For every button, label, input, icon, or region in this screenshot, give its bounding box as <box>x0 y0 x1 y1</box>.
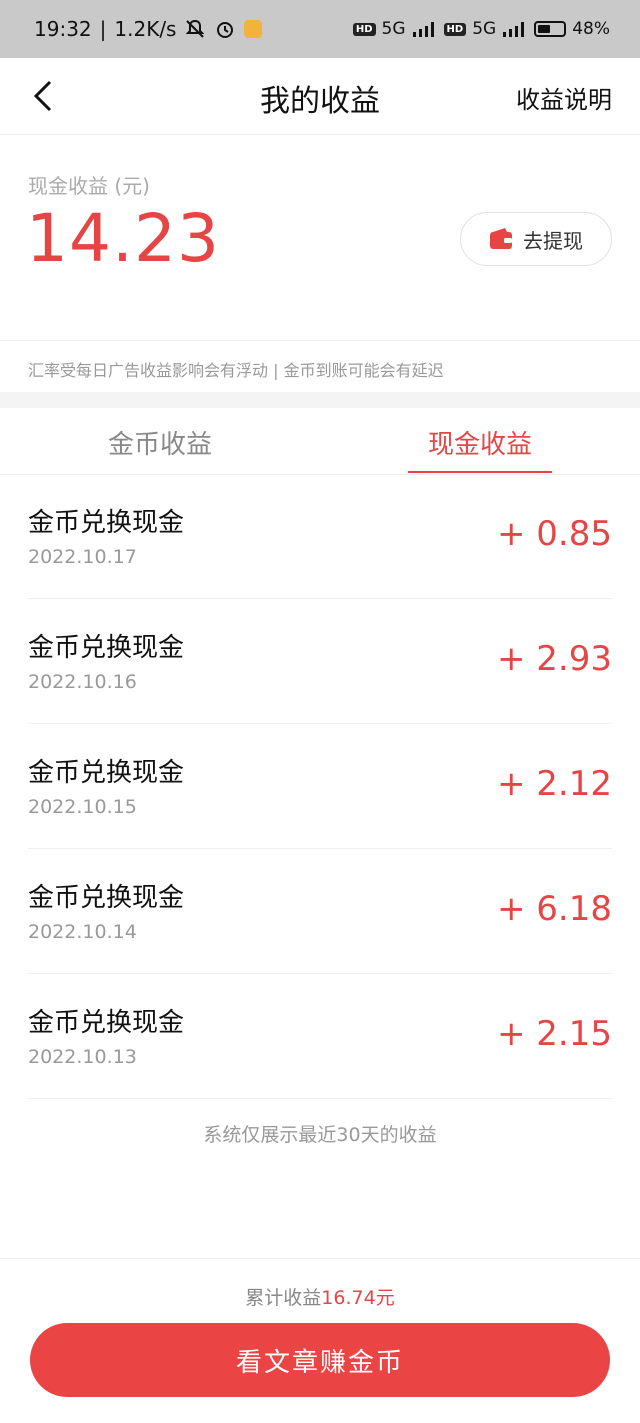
total-earnings: 累计收益16.74元 <box>0 1283 640 1310</box>
signal-label-2: 5G <box>472 19 497 39</box>
record-amount: + 2.93 <box>497 639 612 679</box>
earnings-help-link[interactable]: 收益说明 <box>516 80 612 115</box>
battery-icon <box>534 21 567 37</box>
cash-summary: 现金收益 (元) 14.23 去提现 <box>0 134 640 340</box>
bottom-bar: 累计收益16.74元 看文章赚金币 <box>0 1258 640 1423</box>
app-header: 我的收益 收益说明 <box>0 58 640 135</box>
read-articles-button[interactable]: 看文章赚金币 <box>30 1323 610 1397</box>
list-item: 金币兑换现金 2022.10.14 + 6.18 <box>28 849 612 974</box>
wallet-icon <box>490 228 512 249</box>
record-title: 金币兑换现金 <box>28 758 185 788</box>
tab-coin-earnings[interactable]: 金币收益 <box>0 424 320 461</box>
list-item: 金币兑换现金 2022.10.16 + 2.93 <box>28 599 612 724</box>
cash-label: 现金收益 (元) <box>28 174 150 198</box>
record-date: 2022.10.13 <box>28 1046 137 1068</box>
network-speed: 1.2K/s <box>114 17 177 41</box>
rate-note-text: 汇率受每日广告收益影响会有浮动 | 金币到账可能会有延迟 <box>28 361 444 380</box>
record-date: 2022.10.15 <box>28 796 137 818</box>
rate-note: 汇率受每日广告收益影响会有浮动 | 金币到账可能会有延迟 <box>0 340 640 393</box>
earnings-tabs: 金币收益 现金收益 <box>0 408 640 475</box>
tab-cash-earnings[interactable]: 现金收益 <box>320 424 640 461</box>
battery-percent: 48% <box>572 19 610 39</box>
alarm-icon <box>214 18 236 40</box>
list-item: 金币兑换现金 2022.10.15 + 2.12 <box>28 724 612 849</box>
signal-label-1: 5G <box>381 19 406 39</box>
signal-icon <box>412 20 438 38</box>
record-title: 金币兑换现金 <box>28 633 185 663</box>
status-bar: 19:32 | 1.2K/s HD 5G HD 5G 48% <box>0 0 640 58</box>
active-tab-indicator <box>408 471 552 473</box>
list-item: 金币兑换现金 2022.10.17 + 0.85 <box>28 474 612 599</box>
record-title: 金币兑换现金 <box>28 508 185 538</box>
record-amount: + 0.85 <box>497 514 612 554</box>
record-date: 2022.10.16 <box>28 671 137 693</box>
record-amount: + 6.18 <box>497 889 612 929</box>
total-label: 累计收益 <box>245 1287 322 1309</box>
record-date: 2022.10.14 <box>28 921 137 943</box>
record-title: 金币兑换现金 <box>28 1008 185 1038</box>
cash-amount: 14.23 <box>26 200 220 277</box>
app-notification-icon <box>244 20 263 38</box>
record-amount: + 2.12 <box>497 764 612 804</box>
signal-icon-2 <box>502 20 528 38</box>
hd-icon-2: HD <box>443 22 467 36</box>
record-date: 2022.10.17 <box>28 546 137 568</box>
record-title: 金币兑换现金 <box>28 883 185 913</box>
list-item: 金币兑换现金 2022.10.13 + 2.15 <box>28 974 612 1099</box>
earnings-list: 金币兑换现金 2022.10.17 + 0.85 金币兑换现金 2022.10.… <box>0 474 640 1099</box>
total-value: 16.74元 <box>321 1287 395 1309</box>
hd-icon: HD <box>352 22 376 36</box>
mute-bell-icon <box>184 18 206 40</box>
status-time: 19:32 <box>34 17 92 41</box>
section-divider <box>0 392 640 408</box>
withdraw-label: 去提现 <box>523 228 583 253</box>
withdraw-button[interactable]: 去提现 <box>460 212 612 266</box>
record-amount: + 2.15 <box>497 1014 612 1054</box>
list-footnote: 系统仅展示最近30天的收益 <box>203 1124 437 1146</box>
